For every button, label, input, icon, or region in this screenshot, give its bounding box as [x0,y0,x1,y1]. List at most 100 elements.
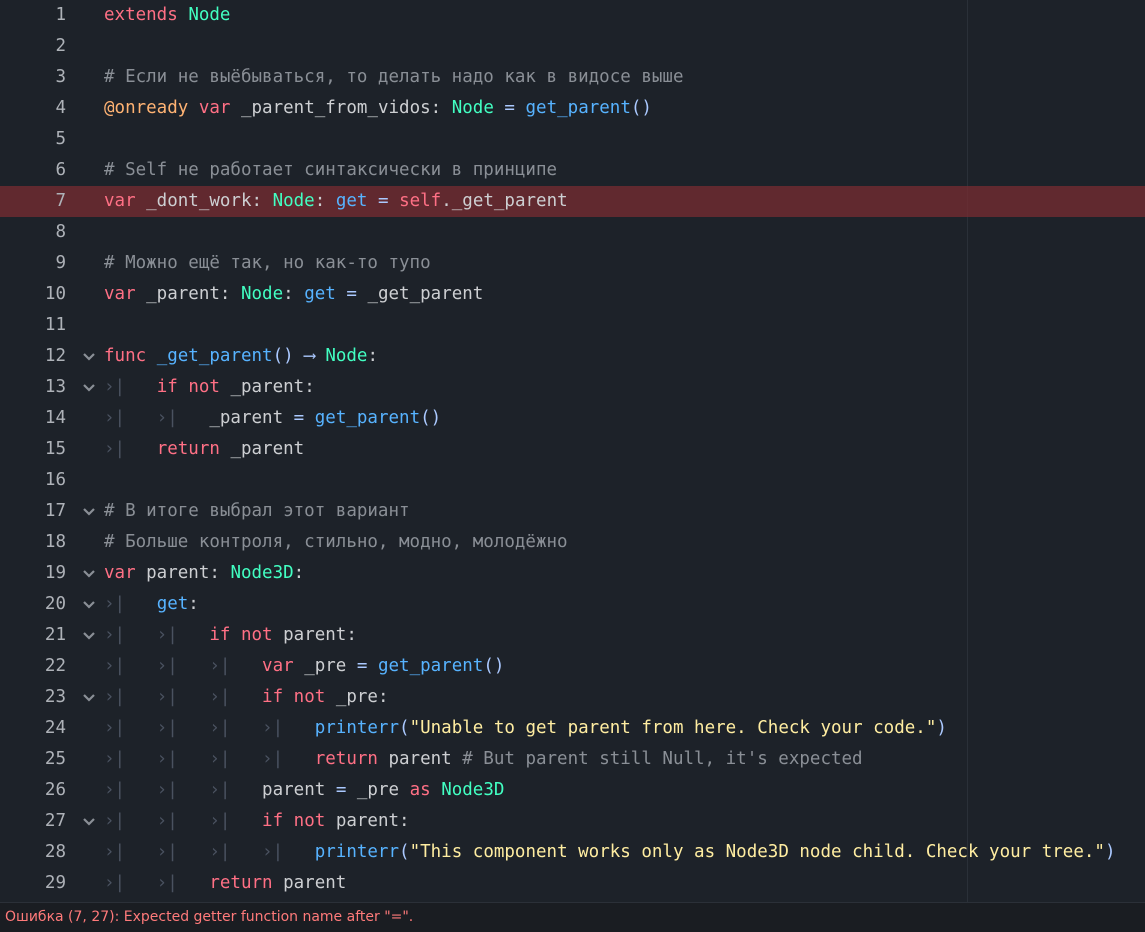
code-line[interactable]: 22 ›| ›| ›| var _pre = get_parent() [0,651,1145,682]
code-line[interactable]: 3 # Если не выёбываться, то делать надо к… [0,62,1145,93]
code-token: Node [188,5,231,25]
code-token: not [293,687,326,707]
code-line[interactable]: 4 @onready var _parent_from_vidos: Node =… [0,93,1145,124]
code-token: printerr [314,718,400,738]
line-code: var _dont_work: Node: get = self._get_pa… [104,186,568,217]
code-line[interactable]: 17 # В итоге выбрал этот вариант [0,496,1145,527]
line-number: 12 [44,346,66,366]
line-number: 20 [44,594,66,614]
code-token: return [314,749,378,769]
line-number: 5 [55,129,66,149]
code-token: parent: [325,811,410,831]
code-token: if [262,687,284,707]
code-line[interactable]: 9 # Можно ещё так, но как-то тупо [0,248,1145,279]
line-number: 23 [44,687,66,707]
fold-chevron-icon[interactable] [80,341,98,372]
code-line[interactable]: 28 ›| ›| ›| ›| printerr("This component w… [0,837,1145,868]
code-line[interactable]: 14 ›| ›| _parent = get_parent() [0,403,1145,434]
code-token: Node [451,98,494,118]
code-line[interactable]: 12 func _get_parent() ⟶ Node: [0,341,1145,372]
line-code: func _get_parent() ⟶ Node: [104,341,378,372]
code-line[interactable]: 6 # Self не работает синтаксически в прин… [0,155,1145,186]
code-line[interactable]: 24 ›| ›| ›| ›| printerr("Unable to get pa… [0,713,1145,744]
code-line-error[interactable]: 7 var _dont_work: Node: get = self._get_p… [0,186,1145,217]
line-number: 21 [44,625,66,645]
line-code: var _parent: Node: get = _get_parent [104,279,483,310]
code-token: : [283,284,305,304]
code-token: @onready [104,98,189,118]
code-token: get [304,284,336,304]
code-token: : [293,563,305,583]
line-number: 19 [44,563,66,583]
code-token: _pre [346,780,410,800]
code-line[interactable]: 19 var parent: Node3D: [0,558,1145,589]
code-token: get_parent [525,98,631,118]
indent-tab-marker: ›| ›| ›| ›| [104,749,315,769]
code-token: ( [399,842,410,862]
code-line[interactable]: 26 ›| ›| ›| parent = _pre as Node3D [0,775,1145,806]
code-token: if [156,377,178,397]
code-token: : [188,594,199,614]
code-token: parent [377,749,463,769]
code-editor[interactable]: 1 extends Node 2 3 # Если не выёбываться, то… [0,0,1145,902]
line-code: ›| ›| ›| if not parent: [104,806,410,837]
code-line[interactable]: 15 ›| return _parent [0,434,1145,465]
code-token: parent [272,873,347,893]
code-token: func [104,346,147,366]
line-number: 24 [44,718,66,738]
code-token: self [399,191,442,211]
fold-chevron-icon[interactable] [80,589,98,620]
code-token: = [377,191,389,211]
code-line[interactable]: 1 extends Node [0,0,1145,31]
code-line[interactable]: 21 ›| ›| if not parent: [0,620,1145,651]
code-token: get_parent [377,656,484,676]
line-code: ›| ›| if not parent: [104,620,357,651]
fold-chevron-icon[interactable] [80,558,98,589]
code-line[interactable]: 11 [0,310,1145,341]
code-token: parent [262,780,336,800]
code-token: as [409,780,431,800]
code-token: = [346,284,357,304]
error-message[interactable]: Ошибка (7, 27): Expected getter function… [5,909,413,925]
line-number: 16 [44,470,66,490]
line-code: # Если не выёбываться, то делать надо ка… [104,62,683,93]
line-code: # Больше контроля, стильно, модно, молод… [104,527,568,558]
line-number: 15 [44,439,66,459]
code-line[interactable]: 20 ›| get: [0,589,1145,620]
line-code: ›| ›| _parent = get_parent() [104,403,441,434]
code-line[interactable]: 8 [0,217,1145,248]
code-token: = [504,98,515,118]
fold-chevron-icon[interactable] [80,620,98,651]
code-token: () [630,98,652,118]
indent-tab-marker: ›| ›| ›| [104,780,263,800]
code-line[interactable]: 23 ›| ›| ›| if not _pre: [0,682,1145,713]
line-code: ›| return _parent [104,434,304,465]
line-code: # В итоге выбрал этот вариант [104,496,410,527]
fold-chevron-icon[interactable] [80,496,98,527]
code-line[interactable]: 5 [0,124,1145,155]
code-token: = [293,408,305,428]
code-token: ⟶ [304,346,315,366]
code-line[interactable]: 27 ›| ›| ›| if not parent: [0,806,1145,837]
code-line[interactable]: 25 ›| ›| ›| ›| return parent # But parent… [0,744,1145,775]
code-line[interactable]: 16 [0,465,1145,496]
code-token: = [335,780,347,800]
code-line[interactable]: 10 var _parent: Node: get = _get_parent [0,279,1145,310]
code-line[interactable]: 13 ›| if not _parent: [0,372,1145,403]
code-line[interactable]: 29 ›| ›| return parent [0,868,1145,899]
indent-tab-marker: ›| ›| ›| ›| [104,842,315,862]
code-line[interactable]: 2 [0,31,1145,62]
fold-chevron-icon[interactable] [80,372,98,403]
fold-chevron-icon[interactable] [80,806,98,837]
code-line[interactable]: 18 # Больше контроля, стильно, модно, мол… [0,527,1145,558]
indent-tab-marker: ›| ›| [104,873,210,893]
code-token: get_parent [314,408,421,428]
fold-chevron-icon[interactable] [80,682,98,713]
